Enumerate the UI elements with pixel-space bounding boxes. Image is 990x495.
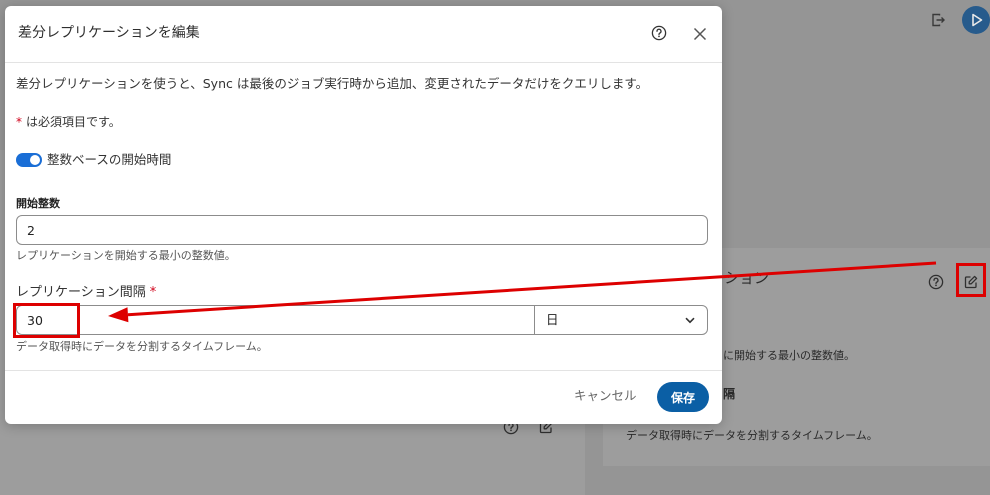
- integer-start-toggle-label: 整数ベースの開始時間: [47, 152, 172, 167]
- cancel-button[interactable]: キャンセル: [574, 389, 637, 403]
- required-note: * は必須項目です。: [16, 115, 121, 129]
- save-button[interactable]: 保存: [657, 382, 709, 412]
- dialog-title: 差分レプリケーションを編集: [18, 25, 200, 41]
- card-start-integer-help: に開始する最小の整数値。: [723, 349, 855, 362]
- interval-help: データ取得時にデータを分割するタイムフレーム。: [16, 340, 268, 353]
- required-asterisk: *: [16, 115, 22, 129]
- interval-unit-value: 日: [546, 312, 559, 327]
- run-button[interactable]: [962, 6, 990, 34]
- interval-field-group: 日: [16, 305, 708, 335]
- help-icon[interactable]: [928, 274, 944, 290]
- close-icon[interactable]: [692, 26, 708, 42]
- required-note-text: は必須項目です。: [26, 115, 121, 129]
- integer-start-toggle[interactable]: [16, 153, 42, 167]
- start-integer-help: レプリケーションを開始する最小の整数値。: [16, 249, 236, 262]
- card-interval-help: データ取得時にデータを分割するタイムフレーム。: [626, 429, 878, 442]
- play-icon: [972, 13, 983, 27]
- required-asterisk: *: [149, 285, 157, 300]
- dialog-description: 差分レプリケーションを使うと、Sync は最後のジョブ実行時から追加、変更された…: [16, 76, 649, 91]
- interval-unit-select[interactable]: 日: [535, 306, 707, 334]
- toggle-knob: [30, 155, 40, 165]
- header-divider: [5, 62, 722, 63]
- interval-value-input[interactable]: [17, 306, 535, 334]
- edit-icon[interactable]: [963, 274, 979, 290]
- start-integer-label: 開始整数: [16, 197, 60, 210]
- export-icon[interactable]: [930, 12, 946, 28]
- help-icon[interactable]: [651, 25, 667, 41]
- chevron-down-icon: [684, 314, 696, 326]
- card-interval-label: 隔: [723, 387, 736, 401]
- interval-label-text: レプリケーション間隔: [16, 285, 146, 300]
- footer-divider: [5, 370, 722, 371]
- card-title: ション: [724, 269, 770, 287]
- start-integer-input[interactable]: [16, 215, 708, 245]
- interval-label: レプリケーション間隔 *: [16, 285, 156, 301]
- edit-incremental-replication-dialog: 差分レプリケーションを編集 差分レプリケーションを使うと、Sync は最後のジョ…: [5, 6, 722, 424]
